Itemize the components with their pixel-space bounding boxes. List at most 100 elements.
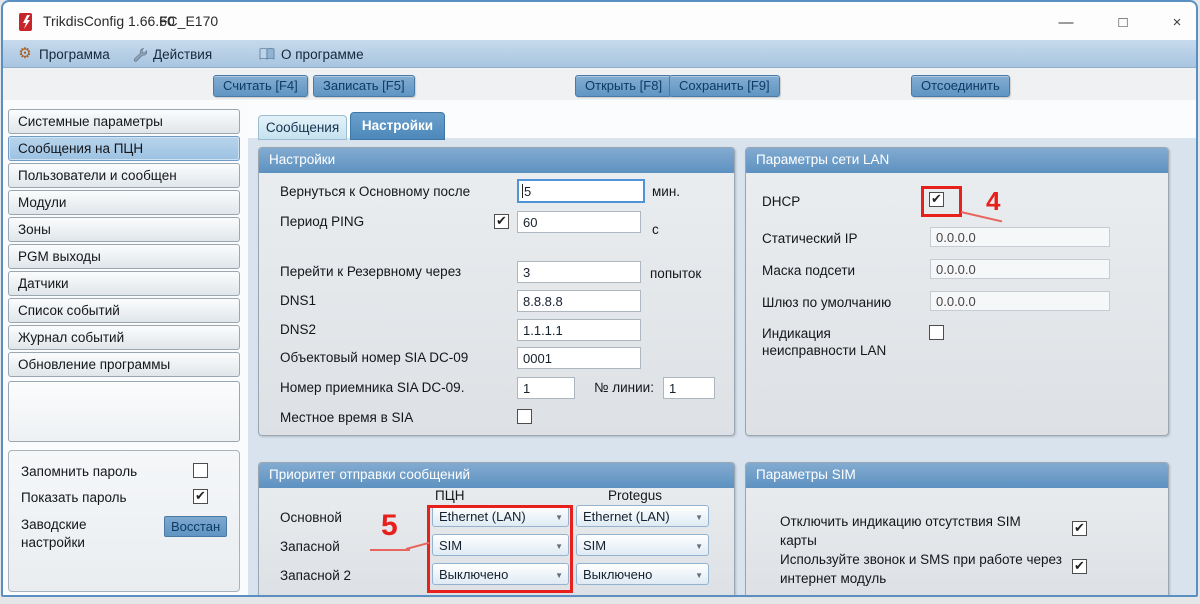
dns1-input[interactable] <box>517 290 641 312</box>
subnet-mask-input[interactable] <box>930 259 1110 279</box>
menu-about[interactable]: О программе <box>259 44 364 64</box>
wrench-icon <box>131 46 147 62</box>
backup-switch-input[interactable] <box>517 261 641 283</box>
menu-about-label: О программе <box>281 46 364 62</box>
annotation-number-5: 5 <box>381 509 398 542</box>
lan-fault-indication-label-line2: неисправности LAN <box>762 343 887 358</box>
ping-period-unit: с <box>652 222 659 237</box>
sidebar-item[interactable]: Датчики <box>8 271 240 296</box>
factory-settings-label-line1: Заводские <box>21 517 87 532</box>
sidebar-item[interactable]: Системные параметры <box>8 109 240 134</box>
window-device-name: FC_E170 <box>159 13 219 29</box>
write-f5-button[interactable]: Записать [F5] <box>313 75 415 97</box>
password-panel: Запомнить пароль Показать пароль Заводск… <box>8 450 240 592</box>
lan-fault-indication-label-line1: Индикация <box>762 326 831 341</box>
disable-sim-indication-label: Отключить индикацию отсутствия SIM карты <box>780 514 1021 548</box>
priority-row-label: Основной <box>280 510 342 525</box>
annotation-box-pcn <box>427 505 573 593</box>
ping-period-input[interactable] <box>517 211 641 233</box>
annotation-number-4: 4 <box>986 186 1001 216</box>
dropdown-value: SIM <box>583 538 607 553</box>
use-call-sms-label: Используйте звонок и SMS при работе чере… <box>780 552 1062 586</box>
local-time-sia-checkbox[interactable] <box>517 409 532 424</box>
open-f8-button[interactable]: Открыть [F8] <box>575 75 673 97</box>
menu-program-label: Программа <box>39 46 110 62</box>
backup-switch-unit: попыток <box>650 266 702 281</box>
ping-period-checkbox[interactable] <box>494 213 509 229</box>
priority-row-label: Запасной 2 <box>280 568 351 583</box>
show-password-label: Показать пароль <box>21 490 127 505</box>
sidebar-empty-slot <box>8 381 240 442</box>
sidebar-item[interactable]: Модули <box>8 190 240 215</box>
static-ip-input[interactable] <box>930 227 1110 247</box>
read-f4-button[interactable]: Считать [F4] <box>213 75 308 97</box>
sia-object-number-label: Объектовый номер SIA DC-09 <box>280 350 469 365</box>
sidebar-item[interactable]: PGM выходы <box>8 244 240 269</box>
gear-icon: ⚙ <box>18 45 32 62</box>
return-primary-unit: мин. <box>652 184 681 199</box>
settings-panel-header: Настройки <box>259 148 734 173</box>
sim-panel-header: Параметры SIM <box>746 463 1168 488</box>
restore-factory-button[interactable]: Восстан <box>164 516 228 537</box>
close-button[interactable]: × <box>1160 10 1194 35</box>
use-call-sms-checkbox[interactable] <box>1072 558 1087 574</box>
sidebar-item[interactable]: Пользователи и сообщен <box>8 163 240 188</box>
dropdown-value: Выключено <box>583 567 653 582</box>
dhcp-label: DHCP <box>762 194 801 209</box>
minimize-button[interactable]: — <box>1049 10 1083 35</box>
sidebar-item[interactable]: Обновление программы <box>8 352 240 377</box>
dropdown-value: Ethernet (LAN) <box>583 509 670 524</box>
chevron-down-icon: ▼ <box>695 542 703 551</box>
text-caret <box>522 184 523 198</box>
dns2-label: DNS2 <box>280 322 317 337</box>
return-primary-input[interactable] <box>517 179 645 203</box>
sidebar-item[interactable]: Журнал событий <box>8 325 240 350</box>
static-ip-label: Статический IP <box>762 231 858 246</box>
toolbar: Считать [F4] Записать [F5] Открыть [F8] … <box>3 68 1196 100</box>
local-time-sia-label: Местное время в SIA <box>280 410 414 425</box>
remember-password-checkbox[interactable] <box>193 463 208 478</box>
disable-sim-indication-checkbox[interactable] <box>1072 520 1087 536</box>
protegus-channel-dropdown[interactable]: Выключено ▼ <box>576 563 709 585</box>
save-f9-button[interactable]: Сохранить [F9] <box>669 75 780 97</box>
menu-actions[interactable]: Действия <box>131 44 212 64</box>
priority-row-label: Запасной <box>280 539 340 554</box>
chevron-down-icon: ▼ <box>695 571 703 580</box>
sidebar-item[interactable]: Зоны <box>8 217 240 242</box>
protegus-channel-dropdown[interactable]: SIM ▼ <box>576 534 709 556</box>
show-password-checkbox[interactable] <box>193 488 208 504</box>
menu-actions-label: Действия <box>153 46 213 62</box>
annotation-box-dhcp <box>921 186 962 217</box>
factory-settings-label-line2: настройки <box>21 535 85 550</box>
app-logo-icon <box>19 13 32 31</box>
protegus-channel-dropdown[interactable]: Ethernet (LAN) ▼ <box>576 505 709 527</box>
dns2-input[interactable] <box>517 319 641 341</box>
remember-password-label: Запомнить пароль <box>21 464 138 479</box>
menu-bar: ⚙ Программа Действия О программе <box>3 40 1196 68</box>
sia-object-number-input[interactable] <box>517 347 641 369</box>
priority-col-protegus: Protegus <box>608 488 663 503</box>
maximize-button[interactable]: □ <box>1106 10 1140 35</box>
ping-period-label: Период PING <box>280 214 365 229</box>
dns1-label: DNS1 <box>280 293 317 308</box>
app-window: TrikdisConfig 1.66.60 FC_E170 — □ × ⚙ Пр… <box>0 0 1200 604</box>
tab-settings[interactable]: Настройки <box>350 112 445 140</box>
sia-receiver-number-input[interactable] <box>517 377 575 399</box>
sidebar-item[interactable]: Сообщения на ПЦН <box>8 136 240 161</box>
lan-fault-indication-checkbox[interactable] <box>929 325 944 340</box>
priority-col-pcn: ПЦН <box>435 488 465 503</box>
priority-panel-header: Приоритет отправки сообщений <box>259 463 734 488</box>
book-icon <box>259 46 275 62</box>
title-bar: TrikdisConfig 1.66.60 FC_E170 — □ × <box>3 2 1196 40</box>
default-gateway-input[interactable] <box>930 291 1110 311</box>
sia-receiver-number-label: Номер приемника SIA DC-09. <box>280 380 465 395</box>
window-title: TrikdisConfig 1.66.60 <box>43 13 175 29</box>
menu-program[interactable]: ⚙ Программа <box>17 44 110 64</box>
disconnect-button[interactable]: Отсоединить <box>911 75 1010 97</box>
line-number-input[interactable] <box>663 377 715 399</box>
tab-messages[interactable]: Сообщения <box>258 115 347 140</box>
default-gateway-label: Шлюз по умолчанию <box>762 295 892 310</box>
backup-switch-label: Перейти к Резервному через <box>280 264 462 279</box>
sidebar-item[interactable]: Список событий <box>8 298 240 323</box>
return-primary-label: Вернуться к Основному после <box>280 184 471 199</box>
